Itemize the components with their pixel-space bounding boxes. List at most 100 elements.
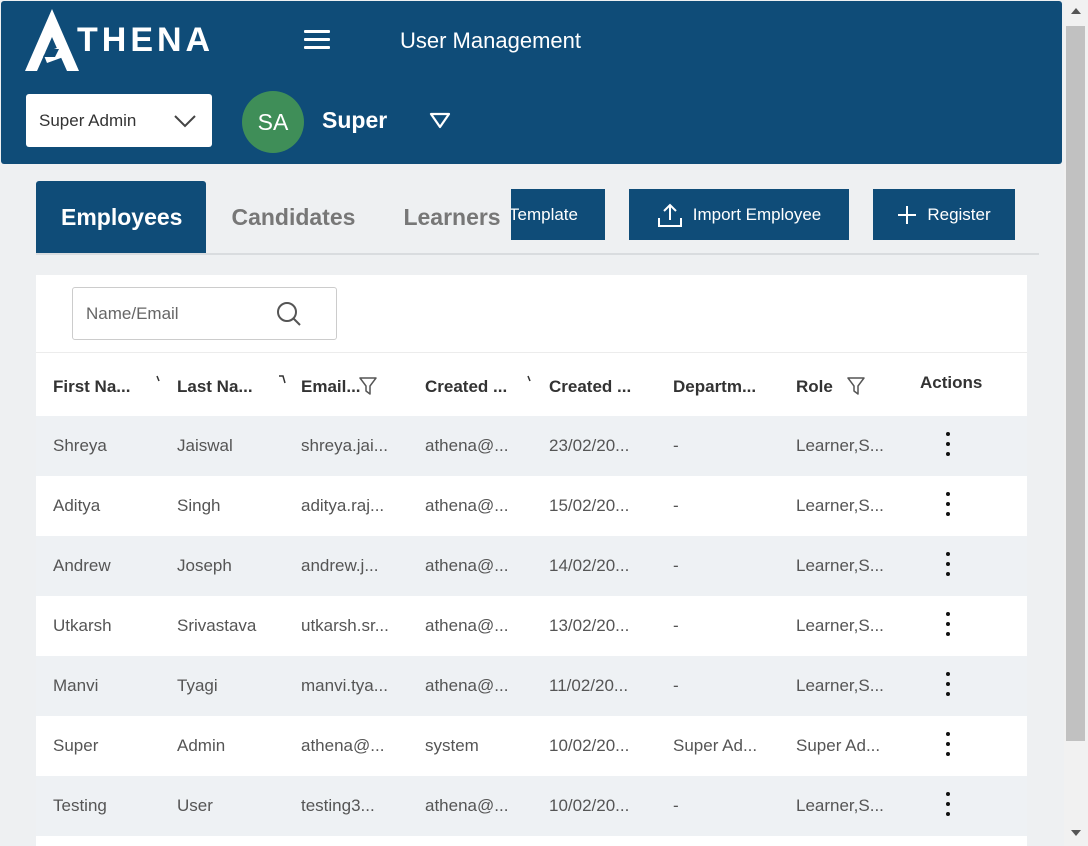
column-header-created-on[interactable]: Created ... [549,377,631,397]
user-name[interactable]: Super [322,107,387,134]
kebab-menu-icon[interactable] [938,792,958,820]
column-header-last-name[interactable]: Last Na... [177,377,253,397]
cell-email: athena@... [301,736,385,755]
search-input[interactable] [86,303,271,324]
table-row[interactable]: Manvi Tyagi manvi.tya... athena@... 11/0… [36,656,1027,716]
cell-role: Super Ad... [796,736,881,755]
tab-employees[interactable]: Employees [36,181,207,253]
page-title: User Management [400,28,581,53]
cell-created-by: athena@... [425,796,509,815]
cell-created-on: 15/02/20... [549,496,630,515]
cell-department: - [673,496,679,515]
cell-first-name: Manvi [53,676,99,695]
table-row[interactable]: Testing User testing3... athena@... 10/0… [36,776,1027,836]
column-header-created-by[interactable]: Created ... [425,377,507,397]
cell-created-by: athena@... [425,496,509,515]
kebab-menu-icon[interactable] [938,732,958,760]
athena-logo[interactable]: THENA [25,9,214,71]
hamburger-icon[interactable] [304,30,330,50]
table-row[interactable]: Aditya Singh aditya.raj... athena@... 15… [36,476,1027,536]
cell-created-on: 14/02/20... [549,556,630,575]
sort-icon[interactable] [527,375,533,383]
triangle-down-icon[interactable] [428,111,452,131]
register-button[interactable]: Register [873,189,1015,240]
cell-role: Learner,S... [796,616,884,635]
table-row[interactable]: Shreya Jaiswal shreya.jai... athena@... … [36,416,1027,476]
cell-last-name: Tyagi [177,676,218,695]
cell-first-name: Shreya [53,436,107,455]
app-header: THENA User Management Super Admin SA Sup… [1,1,1062,164]
cell-created-on: 11/02/20... [549,676,629,695]
template-button-label: Template [511,204,578,224]
column-header-email[interactable]: Email... [301,377,361,397]
cell-email: aditya.raj... [301,496,385,515]
register-label: Register [927,204,991,224]
sort-icon[interactable] [156,375,162,383]
cell-last-name: Jaiswal [177,436,233,455]
column-header-first-name[interactable]: First Na... [53,377,130,397]
cell-first-name: Andrew [53,556,111,575]
cell-created-by: athena@... [425,556,509,575]
template-button[interactable]: Template [511,189,605,240]
cell-department: - [673,676,679,695]
cell-last-name: Admin [177,736,226,755]
tab-candidates[interactable]: Candidates [231,181,355,253]
kebab-menu-icon[interactable] [938,492,958,520]
page-scrollbar[interactable] [1064,0,1088,846]
tab-bar: Employees Candidates Learners [36,181,501,253]
employee-table-panel: First Na... Last Na... Email... Created … [36,275,1027,846]
scroll-up-icon[interactable] [1070,6,1082,16]
import-employee-label: Import Employee [692,204,822,224]
cell-last-name: Singh [177,496,221,515]
cell-email: shreya.jai... [301,436,388,455]
kebab-menu-icon[interactable] [938,432,958,460]
cell-created-by: system [425,736,479,755]
kebab-menu-icon[interactable] [938,552,958,580]
tab-learners[interactable]: Learners [403,181,500,253]
sort-icon[interactable] [278,375,286,385]
scrollbar-thumb[interactable] [1066,26,1085,741]
scroll-down-icon[interactable] [1070,828,1082,838]
table-body: Shreya Jaiswal shreya.jai... athena@... … [36,416,1027,836]
cell-email: testing3... [301,796,375,815]
table-row[interactable]: Super Admin athena@... system 10/02/20..… [36,716,1027,776]
table-row[interactable]: Andrew Joseph andrew.j... athena@... 14/… [36,536,1027,596]
cell-created-by: athena@... [425,436,509,455]
cell-department: - [673,556,679,575]
filter-icon[interactable] [359,377,377,395]
table-row[interactable]: Utkarsh Srivastava utkarsh.sr... athena@… [36,596,1027,656]
avatar[interactable]: SA [242,91,304,153]
cell-created-on: 10/02/20... [549,736,630,755]
cell-first-name: Aditya [53,496,101,515]
cell-first-name: Testing [53,796,107,815]
cell-created-by: athena@... [425,676,509,695]
kebab-menu-icon[interactable] [938,672,958,700]
filter-icon[interactable] [847,377,865,395]
cell-email: manvi.tya... [301,676,388,695]
logo-mark-icon [25,9,79,71]
cell-created-by: athena@... [425,616,509,635]
cell-created-on: 10/02/20... [549,796,630,815]
cell-last-name: Srivastava [177,616,257,635]
cell-last-name: User [177,796,213,815]
table-header: First Na... Last Na... Email... Created … [36,353,1027,416]
role-select[interactable]: Super Admin [26,94,212,147]
role-select-value: Super Admin [39,110,137,130]
cell-role: Learner,S... [796,556,884,575]
cell-first-name: Utkarsh [53,616,112,635]
search-icon[interactable] [276,301,302,327]
search-box [72,287,337,340]
cell-created-on: 23/02/20... [549,436,630,455]
cell-department: - [673,796,679,815]
import-employee-button[interactable]: Import Employee [629,189,849,240]
cell-role: Learner,S... [796,676,884,695]
kebab-menu-icon[interactable] [938,612,958,640]
cell-department: - [673,616,679,635]
cell-last-name: Joseph [177,556,232,575]
column-header-department[interactable]: Departm... [673,377,756,397]
cell-email: utkarsh.sr... [301,616,389,635]
column-header-role[interactable]: Role [796,377,833,397]
tabs-divider [36,253,1039,255]
cell-first-name: Super [53,736,99,755]
cell-email: andrew.j... [301,556,379,575]
